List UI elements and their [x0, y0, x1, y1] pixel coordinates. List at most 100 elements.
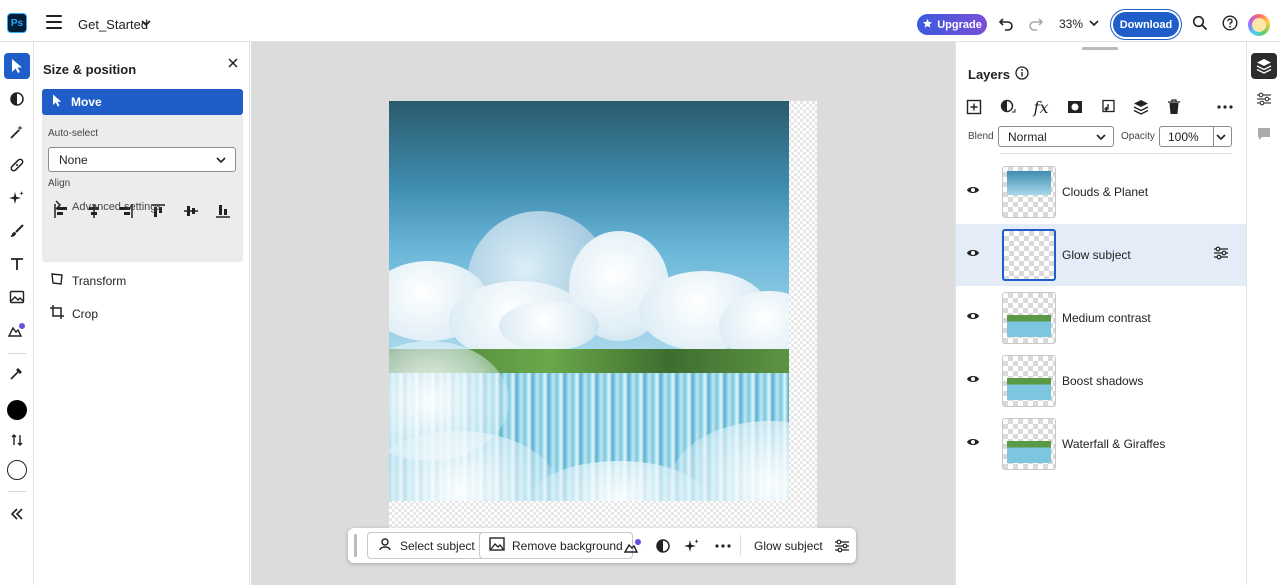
crop-item[interactable]: Crop	[50, 305, 98, 322]
transform-item[interactable]: Transform	[50, 272, 126, 289]
chevron-down-icon[interactable]	[140, 17, 152, 32]
drag-grip[interactable]	[354, 534, 357, 557]
composite-image[interactable]	[389, 101, 789, 501]
chevron-down-icon[interactable]	[1215, 131, 1227, 146]
upgrade-button[interactable]: Upgrade	[917, 14, 987, 35]
autoselect-dropdown[interactable]: None	[48, 147, 236, 172]
layer-row[interactable]: Waterfall & Giraffes	[956, 413, 1246, 475]
info-icon[interactable]	[1015, 66, 1029, 83]
advanced-settings-toggle[interactable]: Advanced settings	[54, 200, 162, 213]
search-icon[interactable]	[1191, 14, 1209, 32]
effects-icon[interactable]: fx	[1032, 98, 1050, 117]
undo-icon[interactable]	[997, 14, 1015, 32]
layers-panel-icon[interactable]	[1251, 53, 1277, 79]
layer-thumbnail	[1002, 355, 1056, 407]
generate-image-icon[interactable]	[4, 317, 30, 343]
brush-icon[interactable]	[4, 218, 30, 244]
layer-row[interactable]: Medium contrast	[956, 287, 1246, 349]
layers-title: Layers	[968, 67, 1010, 82]
blend-label: Blend	[968, 131, 994, 142]
move-options: Auto-select None Align Advanced settings	[42, 115, 243, 262]
thumbnail-image	[1007, 441, 1051, 463]
download-button[interactable]: Download	[1113, 12, 1179, 37]
contextual-task-bar: Select subject Remove background Glow su…	[348, 528, 856, 563]
layer-properties-icon[interactable]	[1213, 246, 1229, 263]
trash-icon[interactable]	[1165, 98, 1183, 116]
divider	[1213, 127, 1214, 146]
upgrade-label: Upgrade	[937, 18, 982, 31]
artboard[interactable]	[389, 101, 817, 529]
photoshop-logo[interactable]: Ps	[7, 13, 27, 33]
star-icon	[922, 18, 933, 32]
background-color-swatch[interactable]	[4, 457, 30, 483]
move-button[interactable]: Move	[42, 89, 243, 115]
comments-icon[interactable]	[1251, 121, 1277, 147]
select-subject-label: Select subject	[400, 538, 475, 553]
swap-colors-icon[interactable]	[4, 427, 30, 453]
properties-panel-icon[interactable]	[1251, 86, 1277, 112]
top-bar: Ps Get_Started Upgrade 33% Download	[0, 0, 1280, 42]
blend-mode-dropdown[interactable]: Normal	[998, 126, 1114, 147]
remove-background-button[interactable]: Remove background	[479, 532, 633, 559]
more-icon[interactable]	[714, 537, 732, 555]
opacity-field[interactable]: 100%	[1159, 126, 1232, 147]
chevron-down-icon	[215, 154, 227, 169]
layer-stack-icon[interactable]	[1132, 98, 1150, 116]
layer-row[interactable]: Clouds & Planet	[956, 161, 1246, 223]
generative-icon[interactable]	[4, 185, 30, 211]
layer-row[interactable]: Boost shadows	[956, 350, 1246, 412]
menu-icon[interactable]	[46, 15, 62, 29]
healing-icon[interactable]	[4, 152, 30, 178]
toolbar-divider	[8, 491, 26, 492]
move-cursor-icon	[52, 94, 63, 110]
generate-icon[interactable]	[624, 537, 642, 555]
image-icon[interactable]	[4, 284, 30, 310]
eye-icon[interactable]	[966, 436, 980, 450]
layer-name: Clouds & Planet	[1062, 185, 1149, 199]
divider	[740, 535, 741, 556]
add-layer-icon[interactable]	[965, 98, 983, 116]
eye-icon[interactable]	[966, 247, 980, 261]
eyedropper-icon[interactable]	[4, 360, 30, 386]
redo-icon[interactable]	[1027, 14, 1045, 32]
canvas-area[interactable]	[251, 42, 955, 585]
adjustment-sliders-icon[interactable]	[833, 537, 851, 555]
layer-row[interactable]: Glow subject	[956, 224, 1246, 286]
mask-icon[interactable]	[1066, 98, 1084, 116]
move-tool-icon[interactable]	[4, 53, 30, 79]
eye-icon[interactable]	[966, 310, 980, 324]
type-icon[interactable]	[4, 251, 30, 277]
opacity-label: Opacity	[1121, 131, 1155, 142]
align-bottom-icon[interactable]	[215, 203, 231, 219]
panel-drag-handle[interactable]	[1082, 47, 1118, 50]
collapse-icon[interactable]	[4, 501, 30, 527]
select-subject-button[interactable]: Select subject	[367, 532, 485, 559]
eye-icon[interactable]	[966, 184, 980, 198]
adjust-icon[interactable]	[654, 537, 672, 555]
magic-wand-icon[interactable]	[4, 119, 30, 145]
adjust-icon[interactable]	[4, 86, 30, 112]
document-title[interactable]: Get_Started	[78, 17, 148, 32]
crop-icon	[50, 305, 64, 322]
layer-thumbnail	[1002, 166, 1056, 218]
cloud	[499, 301, 599, 351]
zoom-chevron-icon[interactable]	[1088, 17, 1100, 32]
chevron-right-icon	[54, 200, 62, 213]
more-icon[interactable]	[1216, 98, 1234, 116]
chevron-down-icon	[1095, 131, 1107, 146]
align-label: Align	[48, 178, 71, 189]
adjustment-layer-icon[interactable]	[999, 98, 1017, 116]
thumbnail-image	[1007, 171, 1051, 195]
layer-name: Medium contrast	[1062, 311, 1151, 325]
avatar[interactable]	[1248, 14, 1270, 36]
zoom-level[interactable]: 33%	[1059, 17, 1083, 31]
layer-name: Boost shadows	[1062, 374, 1144, 388]
help-icon[interactable]	[1221, 14, 1239, 32]
close-icon[interactable]	[226, 56, 240, 70]
align-middle-icon[interactable]	[183, 203, 199, 219]
foreground-color-swatch[interactable]	[4, 397, 30, 423]
generative-fill-icon[interactable]	[683, 537, 701, 555]
layers-panel: Layers fx Blend Normal Opacity 100% Clou…	[955, 42, 1246, 585]
eye-icon[interactable]	[966, 373, 980, 387]
clip-layer-icon[interactable]	[1099, 98, 1117, 116]
